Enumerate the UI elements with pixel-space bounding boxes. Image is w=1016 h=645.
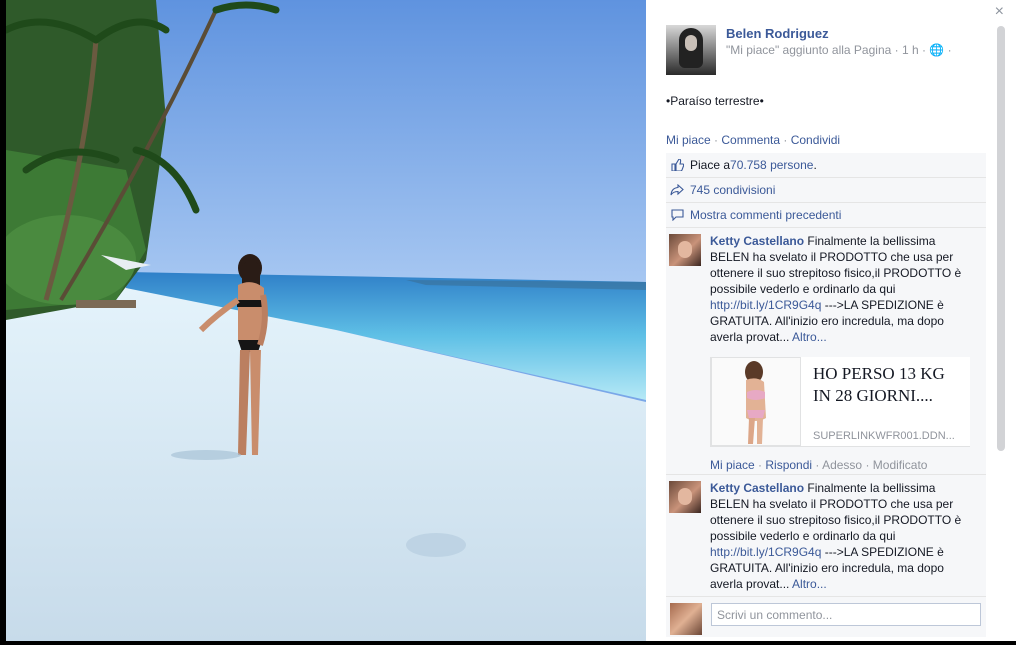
likes-prefix: Piace a [690,158,731,172]
comment-input[interactable]: Scrivi un commento... [711,603,981,626]
comment-url-link[interactable]: http://bit.ly/1CR9G4q [710,298,821,312]
link-preview-title: HO PERSO 13 KG IN 28 GIORNI.... [813,364,945,405]
comment-edited-label: Modificato [872,458,928,472]
close-icon[interactable]: × [995,4,1004,20]
link-preview-url: SUPERLINKWFR001.DDN... [813,430,955,442]
comment-author-link[interactable]: Ketty Castellano [710,481,804,495]
post-meta: "Mi piace" aggiunto alla Pagina · 1 h · … [726,43,952,57]
likes-count-link[interactable]: 70.758 persone [730,158,813,172]
see-more-link[interactable]: Altro... [792,577,827,591]
commenter-avatar[interactable] [669,481,701,513]
page-name-link[interactable]: Belen Rodriguez [726,26,829,41]
page-avatar[interactable] [666,25,716,75]
like-link[interactable]: Mi piace [666,133,711,147]
comment-bubble-icon [669,208,685,222]
comment-item: Ketty Castellano Finalmente la bellissim… [666,228,986,475]
post-photo[interactable] [6,0,646,641]
action-separator: · [780,133,791,147]
comment-like-link[interactable]: Mi piace [710,458,755,472]
link-preview-card[interactable]: HO PERSO 13 KG IN 28 GIORNI.... SUPERLIN… [710,357,970,447]
action-separator: · [710,133,722,147]
commenter-avatar[interactable] [669,234,701,266]
post-caption: •Paraíso terrestre• [666,94,764,108]
comment-link[interactable]: Commenta [721,133,780,147]
previous-comments-link[interactable]: Mostra commenti precedenti [690,208,841,222]
likes-row: Piace a 70.758 persone . [666,153,986,178]
shares-count-link[interactable]: 745 condivisioni [690,183,775,197]
share-arrow-icon [669,183,685,197]
comment-composer: Scrivi un commento... [666,597,986,637]
beach-photo-image [6,0,646,641]
viewer-avatar [670,603,702,635]
shares-row[interactable]: 745 condivisioni [666,178,986,203]
comment-author-link[interactable]: Ketty Castellano [710,234,804,248]
comment-url-link[interactable]: http://bit.ly/1CR9G4q [710,545,821,559]
comment-timestamp: Adesso [822,458,863,472]
post-side-panel: × Belen Rodriguez "Mi piace" aggiunto al… [646,0,1016,641]
previous-comments-row[interactable]: Mostra commenti precedenti [666,203,986,228]
comment-actions: Mi piace · Rispondi · Adesso · Modificat… [710,458,928,472]
likes-suffix: . [813,158,817,172]
comment-reply-link[interactable]: Rispondi [765,458,812,472]
link-preview-thumbnail [711,357,801,446]
share-link[interactable]: Condividi [791,133,840,147]
post-actions: Mi piace · Commenta · Condividi [666,133,840,147]
thumbs-up-icon [669,158,685,172]
feedback-box: Piace a 70.758 persone . 745 condivision… [666,153,986,637]
comment-body: Ketty Castellano Finalmente la bellissim… [710,475,986,598]
comment-body: Ketty Castellano Finalmente la bellissim… [710,228,986,479]
panel-scrollbar[interactable] [997,26,1005,451]
see-more-link[interactable]: Altro... [792,330,827,344]
comment-item: Ketty Castellano Finalmente la bellissim… [666,475,986,597]
